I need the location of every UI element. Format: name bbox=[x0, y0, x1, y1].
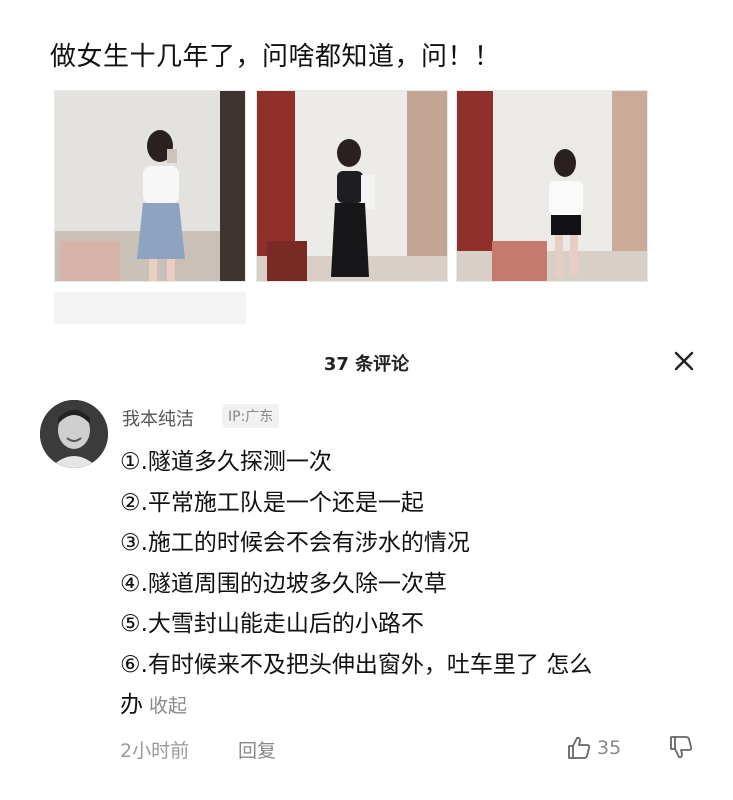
close-button[interactable] bbox=[668, 345, 700, 377]
comment-line: ②.平常施工队是一个还是一起 bbox=[120, 489, 424, 516]
commenter-name[interactable]: 我本纯洁 bbox=[122, 405, 194, 431]
thumbs-down-icon bbox=[670, 736, 693, 759]
comment-line: ④.隧道周围的边坡多久除一次草 bbox=[120, 570, 447, 597]
collapse-link[interactable]: 收起 bbox=[149, 695, 187, 717]
post-page: 做女生十几年了，问啥都知道，问！！ 37 条评论 我本纯洁 IP:广东 ①.隧道… bbox=[0, 0, 733, 800]
ip-location-badge: IP:广东 bbox=[222, 404, 280, 428]
photo-woman-black-pants-icon bbox=[257, 91, 447, 281]
comment-body: ①.隧道多久探测一次 ②.平常施工队是一个还是一起 ③.施工的时候会不会有涉水的… bbox=[120, 442, 720, 727]
comment-line: ⑥.有时候来不及把头伸出窗外，吐车里了 怎么 bbox=[120, 651, 593, 678]
photo-woman-black-shorts-icon bbox=[457, 91, 647, 281]
comments-count-title: 37 条评论 bbox=[323, 354, 410, 375]
thumbs-up-icon bbox=[568, 736, 591, 759]
photo-woman-denim-skirt-icon bbox=[55, 91, 245, 281]
comment-line: ③.施工的时候会不会有涉水的情况 bbox=[120, 530, 470, 556]
commenter-avatar[interactable] bbox=[40, 400, 108, 468]
reply-button[interactable]: 回复 bbox=[238, 736, 276, 763]
close-icon bbox=[674, 351, 694, 371]
post-title: 做女生十几年了，问啥都知道，问！！ bbox=[50, 42, 501, 72]
post-photo-1[interactable] bbox=[54, 90, 246, 282]
comment-line: ①.隧道多久探测一次 bbox=[120, 449, 332, 475]
like-button[interactable]: 35 bbox=[565, 733, 621, 763]
photo-caption-strip bbox=[54, 292, 246, 324]
comment-line-text: 办 bbox=[120, 692, 143, 718]
dislike-button[interactable] bbox=[667, 733, 697, 763]
avatar-icon bbox=[40, 400, 108, 468]
comment-line: ⑤.大雪封山能走山后的小路不 bbox=[120, 611, 424, 637]
comment-line-last: 办收起 bbox=[120, 685, 720, 727]
post-photo-3[interactable] bbox=[456, 90, 648, 282]
like-count: 35 bbox=[597, 737, 622, 759]
comment-timestamp: 2小时前 bbox=[120, 740, 190, 762]
post-photo-2[interactable] bbox=[256, 90, 448, 282]
